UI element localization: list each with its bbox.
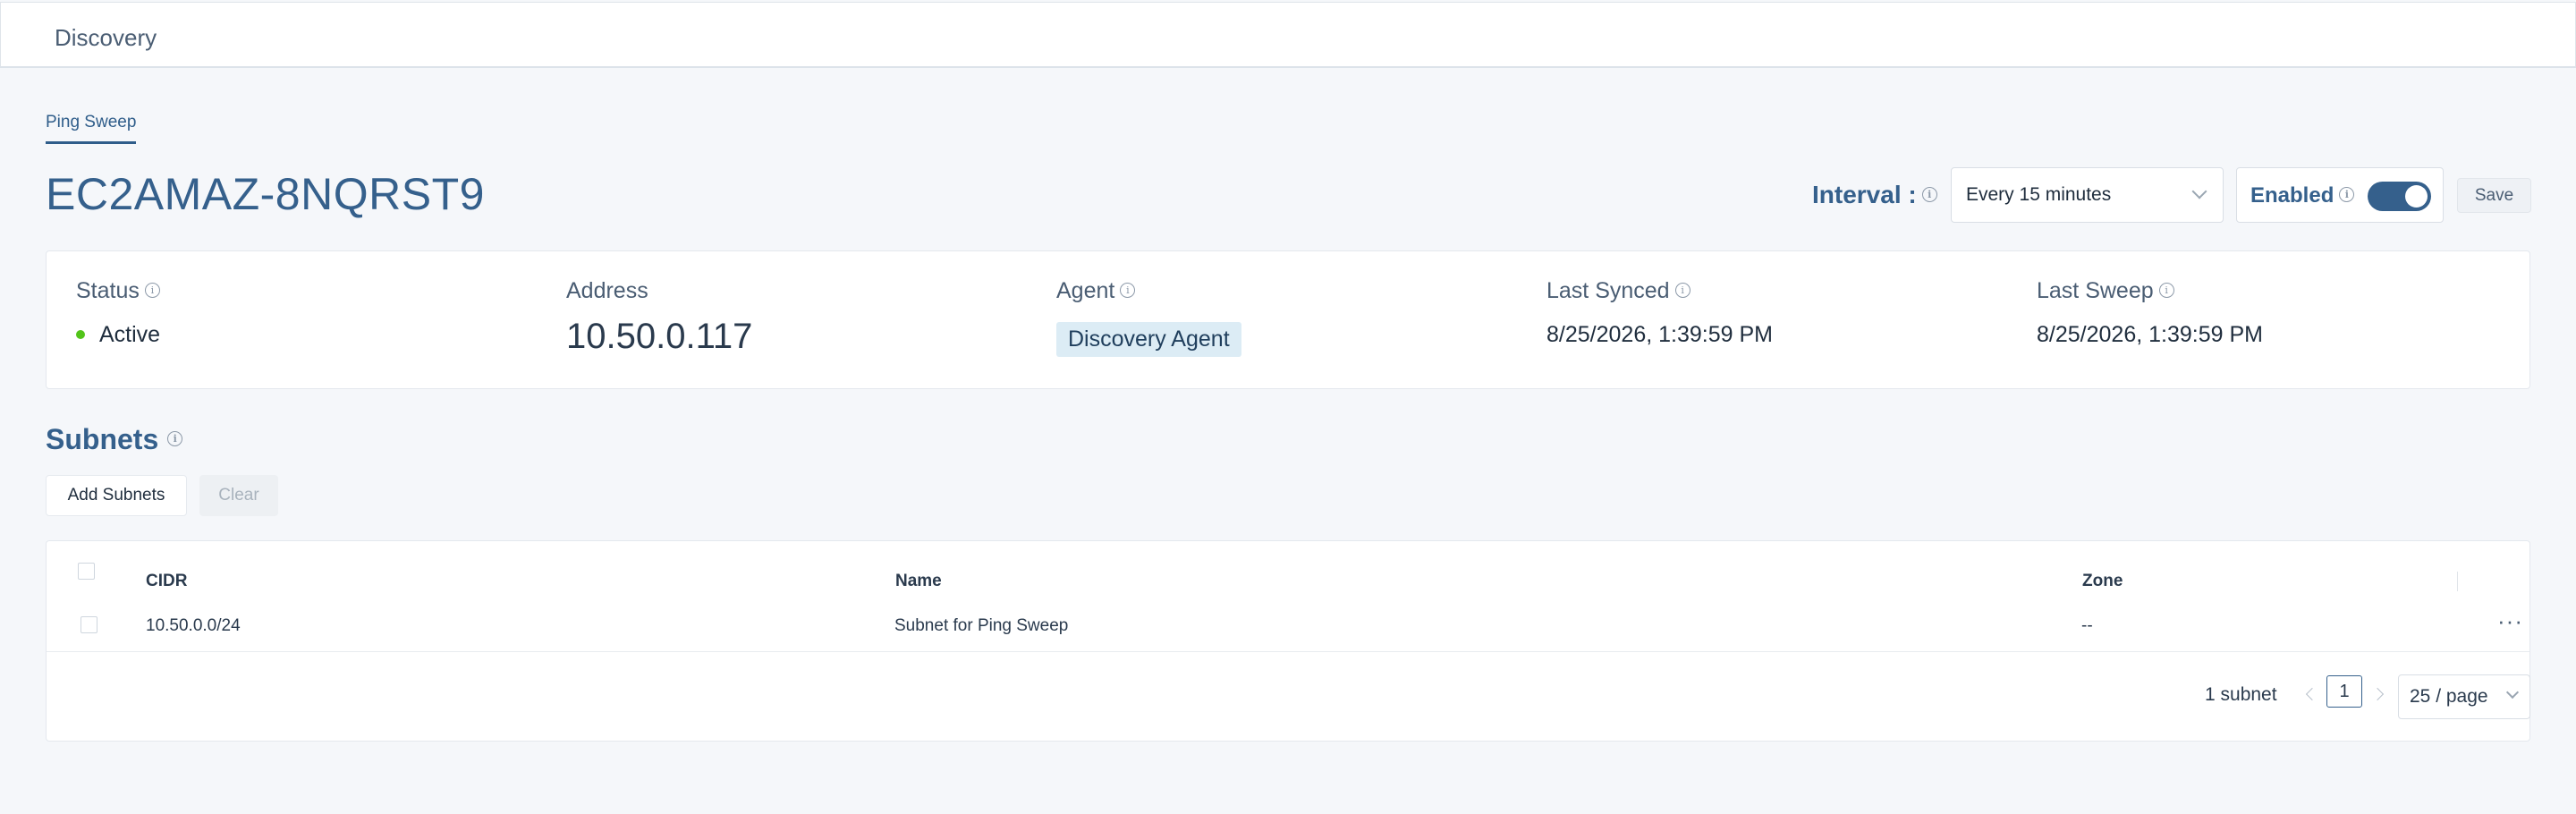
- info-icon[interactable]: i: [2339, 187, 2355, 203]
- agent-stat: Agent i Discovery Agent: [1056, 278, 1241, 357]
- chevron-down-icon: [2191, 183, 2207, 199]
- interval-label: Interval :i: [1812, 181, 1937, 209]
- agent-value: Discovery Agent: [1056, 322, 1241, 357]
- enabled-label: Enabled i: [2250, 183, 2355, 208]
- column-header-name[interactable]: Name: [895, 572, 942, 591]
- status-dot-icon: [76, 330, 85, 339]
- chevron-down-icon: [2505, 685, 2520, 700]
- page-title: EC2AMAZ-8NQRST9: [46, 169, 485, 219]
- more-actions-icon[interactable]: ···: [2497, 607, 2523, 635]
- column-header-cidr[interactable]: CIDR: [146, 572, 187, 591]
- enabled-toggle[interactable]: [2368, 182, 2431, 211]
- cell-cidr: 10.50.0.0/24: [146, 616, 241, 635]
- last-sweep-value: 8/25/2026, 1:39:59 PM: [2037, 322, 2263, 347]
- row-checkbox[interactable]: [80, 616, 97, 633]
- row-divider: [47, 651, 2529, 652]
- toggle-knob: [2405, 185, 2428, 208]
- interval-select-value: Every 15 minutes: [1966, 184, 2112, 205]
- info-icon[interactable]: i: [1921, 187, 1937, 203]
- address-stat: Address 10.50.0.117: [566, 278, 752, 357]
- chevron-right-icon[interactable]: [2370, 687, 2385, 701]
- agent-tag: Discovery Agent: [1056, 322, 1241, 357]
- agent-label: Agent i: [1056, 278, 1241, 304]
- top-bar: Discovery: [0, 2, 2576, 68]
- last-synced-value: 8/25/2026, 1:39:59 PM: [1546, 322, 1773, 347]
- address-label: Address: [566, 278, 648, 303]
- status-stat: Status i Active: [76, 278, 160, 348]
- last-synced-stat: Last Synced i 8/25/2026, 1:39:59 PM: [1546, 278, 1773, 348]
- address-value: 10.50.0.117: [566, 317, 753, 356]
- last-synced-label: Last Synced i: [1546, 278, 1773, 304]
- save-button[interactable]: Save: [2457, 178, 2531, 213]
- info-icon[interactable]: i: [1120, 282, 1136, 298]
- subnets-table: CIDR Name Zone 10.50.0.0/24 Subnet for P…: [46, 540, 2530, 742]
- tab-ping-sweep[interactable]: Ping Sweep: [46, 113, 137, 144]
- cell-name: Subnet for Ping Sweep: [894, 616, 1069, 635]
- status-value: Active: [76, 322, 160, 348]
- column-divider: [2457, 572, 2458, 591]
- pagination-total: 1 subnet: [2205, 684, 2277, 705]
- add-subnets-button[interactable]: Add Subnets: [46, 475, 187, 516]
- interval-select[interactable]: Every 15 minutes: [1951, 167, 2224, 223]
- last-sweep-stat: Last Sweep i 8/25/2026, 1:39:59 PM: [2037, 278, 2263, 348]
- page-size-select[interactable]: 25 / page: [2398, 674, 2530, 719]
- interval-label-text: Interval :: [1812, 181, 1917, 208]
- info-icon[interactable]: i: [167, 431, 183, 447]
- clear-button[interactable]: Clear: [199, 475, 278, 516]
- pagination-page-current[interactable]: 1: [2326, 675, 2362, 708]
- info-icon[interactable]: i: [2158, 282, 2174, 298]
- last-sweep-label: Last Sweep i: [2037, 278, 2263, 304]
- info-icon[interactable]: i: [144, 282, 160, 298]
- page-size-value: 25 / page: [2410, 686, 2488, 707]
- status-label: Status i: [76, 278, 160, 304]
- subnets-title: Subnets i: [46, 423, 183, 456]
- select-all-checkbox[interactable]: [78, 563, 95, 580]
- chevron-left-icon[interactable]: [2305, 687, 2319, 701]
- cell-zone: --: [2081, 616, 2093, 635]
- enabled-control: Enabled i: [2236, 167, 2444, 223]
- enabled-label-text: Enabled: [2250, 183, 2334, 208]
- column-header-zone[interactable]: Zone: [2082, 572, 2123, 591]
- status-card: Status i Active Address 10.50.0.117 Agent…: [46, 250, 2530, 389]
- app-title: Discovery: [55, 24, 157, 51]
- info-icon[interactable]: i: [1674, 282, 1690, 298]
